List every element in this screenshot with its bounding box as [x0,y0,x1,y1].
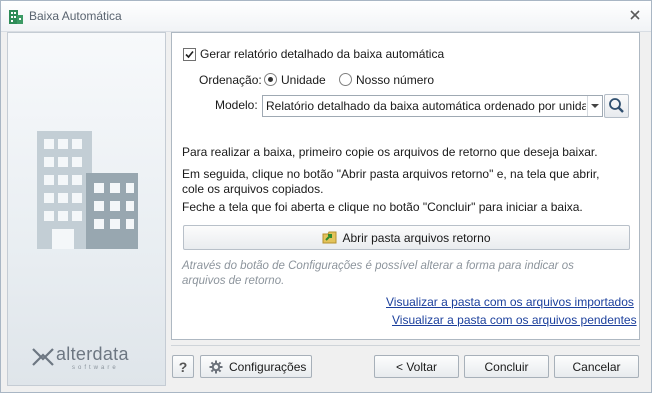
finish-button[interactable]: Concluir [464,355,549,378]
back-button[interactable]: < Voltar [374,355,459,378]
open-return-folder-label: Abrir pasta arquivos retorno [342,231,491,245]
order-radio-nosso-numero[interactable] [339,73,352,86]
options-panel: Gerar relatório detalhado da baixa autom… [171,32,640,340]
check-icon [185,50,194,59]
cancel-button[interactable]: Cancelar [554,355,639,378]
settings-note: Através do botão de Configurações é poss… [182,260,574,287]
logo-mark-icon [32,348,54,366]
window-title: Baixa Automática [29,9,122,23]
back-button-label: < Voltar [395,360,438,374]
view-pending-link[interactable]: Visualizar a pasta com os arquivos pende… [392,313,637,327]
building-illustration-icon [37,131,138,249]
settings-button-label: Configurações [229,360,307,374]
alterdata-logo: alterdata software [32,344,152,374]
radio-selected-dot [268,77,273,82]
detailed-report-checkbox[interactable] [183,48,196,61]
chevron-down-icon[interactable] [587,96,602,116]
building-icon [9,10,23,24]
instruction-line-3: Feche a tela que foi aberta e clique no … [182,200,583,214]
help-button[interactable]: ? [172,355,194,378]
model-search-button[interactable] [604,94,629,118]
gear-icon [209,360,223,374]
logo-subtext: software [72,365,119,371]
finish-button-label: Concluir [484,360,529,374]
dialog-window: Baixa Automática alterdata software Gera… [0,0,652,393]
detailed-report-label[interactable]: Gerar relatório detalhado da baixa autom… [200,47,444,61]
search-icon [609,98,624,113]
logo-text: alterdata [56,344,129,364]
view-imported-link[interactable]: Visualizar a pasta com os arquivos impor… [386,295,634,309]
instruction-line-1: Para realizar a baixa, primeiro copie os… [182,145,598,159]
folder-arrow-icon [322,231,337,244]
model-label: Modelo: [215,98,258,112]
cancel-button-label: Cancelar [572,360,621,374]
close-icon[interactable] [629,9,641,21]
settings-button[interactable]: Configurações [200,355,312,378]
order-option-nosso-numero[interactable]: Nosso número [356,73,434,87]
order-label: Ordenação: [199,73,262,87]
model-select[interactable]: Relatório detalhado da baixa automática … [262,95,603,117]
open-return-folder-button[interactable]: Abrir pasta arquivos retorno [183,225,630,250]
instruction-line-2: Em seguida, clique no botão "Abrir pasta… [182,167,600,196]
footer-separator [171,345,640,346]
order-option-unidade[interactable]: Unidade [281,73,326,87]
banner-pane: alterdata software [7,32,166,386]
order-radio-unidade[interactable] [264,73,277,86]
title-bar[interactable]: Baixa Automática [1,1,651,32]
model-select-value: Relatório detalhado da baixa automática … [266,99,586,113]
